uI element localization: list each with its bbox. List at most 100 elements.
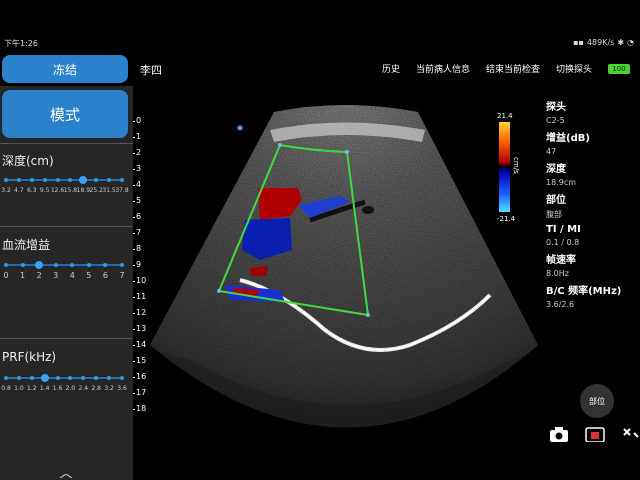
depth-tick-label: 14 [132, 340, 147, 349]
slider-tick-label: 9.5 [39, 187, 50, 194]
depth-tick-label: 7 [132, 228, 142, 237]
expand-icon[interactable] [623, 428, 639, 438]
status-bar: 下午1:26 ▪▪ 489K/s ✱ ◔ [0, 36, 640, 50]
slider-step-dot[interactable] [120, 178, 124, 182]
slider-step-dot[interactable] [94, 178, 99, 182]
slider-step-dot[interactable] [86, 263, 91, 267]
slider-tick-label: 0 [3, 271, 9, 280]
depth-tick-label: 6 [132, 212, 142, 221]
slider-step-dot[interactable] [55, 376, 60, 380]
slider-step-dot[interactable] [120, 263, 124, 267]
slider-step-dot[interactable] [70, 263, 75, 267]
slider-step-dot[interactable] [107, 376, 112, 380]
prf-slider[interactable] [4, 374, 124, 382]
patient-name: 李四 [140, 64, 162, 77]
mode-button[interactable]: 模式 [2, 90, 128, 138]
slider-step-dot[interactable] [4, 178, 8, 182]
slider-tick-label: 2 [36, 271, 42, 280]
slider-tick-label: 0.8 [1, 385, 11, 392]
slider-step-dot[interactable] [16, 178, 21, 182]
site-button[interactable]: 部位 [580, 384, 614, 418]
slider-step-dot[interactable] [42, 178, 47, 182]
slider-tick-label: 6 [102, 271, 108, 280]
depth-tick-label: 8 [132, 244, 142, 253]
slider-tick-label: 18.9 [76, 187, 91, 194]
flow-gain-slider[interactable] [4, 261, 124, 269]
signal-icon: ▪▪ [573, 38, 584, 47]
record-icon[interactable] [585, 427, 605, 442]
depth-tick-label: 4 [132, 180, 142, 189]
flow-gain-ticks: 0 1 2 3 4 5 6 7 [2, 271, 128, 281]
slider-tick-label: 4.7 [14, 187, 24, 194]
prf-label: PRF(kHz) [2, 350, 57, 364]
flow-gain-label: 血流增益 [2, 238, 51, 252]
divider [0, 338, 133, 339]
bottom-toolbar [550, 427, 639, 442]
slider-step-dot[interactable] [4, 263, 8, 267]
slider-knob[interactable] [40, 374, 49, 382]
slider-step-dot[interactable] [94, 376, 99, 380]
depth-tick-label: 18 [132, 404, 147, 413]
depth-tick-label: 9 [132, 260, 142, 269]
info-panel: 探头 C2-5 增益(dB) 47 深度 18.9cm 部位 腹部 TI / MI 0.1… [546, 94, 640, 311]
depth-tick-label: 3 [132, 164, 142, 173]
slider-step-dot[interactable] [55, 178, 60, 182]
top-nav: 历史 当前病人信息 结束当前检查 切换探头 100 [382, 62, 630, 75]
slider-tick-label: 1 [20, 271, 26, 280]
slider-step-dot[interactable] [20, 263, 25, 267]
slider-step-dot[interactable] [68, 376, 73, 380]
depth-tick-label: 0 [132, 116, 142, 125]
slider-tick-label: 1.2 [26, 385, 37, 392]
camera-icon[interactable] [550, 427, 568, 442]
slider-track[interactable] [6, 377, 122, 379]
slider-step-dot[interactable] [120, 376, 124, 380]
left-control-panel: 模式 深度(cm) 3.2 4.7 6.3 9.5 12.6 15.8 18.9 25.2 31… [0, 86, 133, 480]
slider-step-dot[interactable] [29, 178, 34, 182]
depth-ticks: 3.2 4.7 6.3 9.5 12.6 15.8 18.9 25.2 31.5 37.8 [1, 187, 128, 197]
color-scale-bar [499, 122, 510, 212]
chevron-up-icon[interactable] [58, 474, 74, 478]
depth-label: 深度(cm) [2, 154, 54, 168]
depth-tick-label: 1 [132, 132, 142, 141]
depth-tick-label: 16 [132, 372, 147, 381]
info-frequency: B/C 频率(MHz) 3.6/2.6 [546, 286, 622, 309]
nav-switch-probe[interactable]: 切换探头 [556, 62, 592, 75]
nav-end-exam[interactable]: 结束当前检查 [486, 62, 540, 75]
slider-step-dot[interactable] [29, 376, 34, 380]
slider-tick-label: 3 [53, 271, 59, 280]
slider-tick-label: 2.8 [91, 385, 101, 392]
ultrasound-app: 下午1:26 ▪▪ 489K/s ✱ ◔ 冻结 李四 历史 当前病人信息 结束当… [0, 0, 640, 480]
slider-tick-label: 1.4 [39, 385, 50, 392]
prf-ticks: 0.8 1.0 1.2 1.4 1.6 2.0 2.4 2.8 3.2 3.6 [1, 385, 128, 395]
nav-history[interactable]: 历史 [382, 62, 400, 75]
slider-step-dot[interactable] [103, 263, 108, 267]
slider-step-dot[interactable] [107, 178, 112, 182]
network-speed: 489K/s [586, 38, 615, 47]
slider-tick-label: 4 [69, 271, 75, 280]
slider-tick-label: 7 [119, 271, 125, 280]
freeze-button[interactable]: 冻结 [2, 55, 128, 83]
depth-tick-label: 10 [132, 276, 147, 285]
divider [0, 226, 133, 227]
slider-step-dot[interactable] [68, 178, 73, 182]
slider-step-dot[interactable] [4, 376, 8, 380]
slider-step-dot[interactable] [16, 376, 21, 380]
slider-step-dot[interactable] [53, 263, 58, 267]
slider-tick-label: 6.3 [26, 187, 37, 194]
color-scale-min: -21.4 [497, 215, 516, 223]
slider-step-dot[interactable] [81, 376, 86, 380]
slider-tick-label: 15.8 [63, 187, 78, 194]
slider-tick-label: 3.2 [104, 385, 114, 392]
slider-knob[interactable] [79, 176, 88, 184]
depth-tick-label: 12 [132, 308, 147, 317]
slider-track[interactable] [6, 179, 122, 181]
bluetooth-icon: ✱ [617, 38, 625, 47]
slider-knob[interactable] [35, 261, 44, 269]
info-depth: 深度 18.9cm [546, 164, 577, 187]
slider-tick-label: 1.0 [14, 385, 24, 392]
ultrasound-image[interactable] [150, 90, 540, 440]
slider-tick-label: 31.5 [102, 187, 116, 194]
nav-patient-info[interactable]: 当前病人信息 [416, 62, 470, 75]
velocity-color-scale: 21.4 cm/s -21.4 [497, 112, 527, 224]
depth-slider[interactable] [4, 176, 124, 184]
